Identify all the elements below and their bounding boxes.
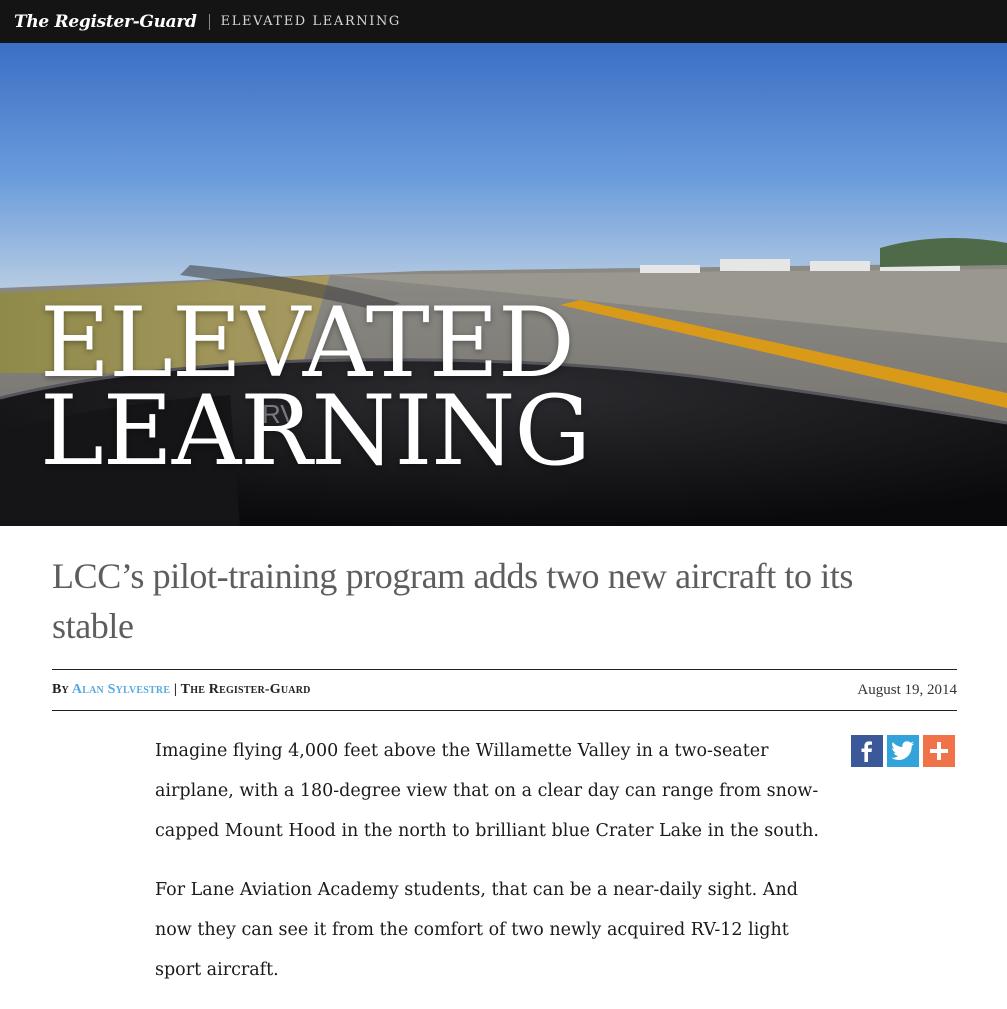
byline: By Alan Sylvestre | The Register-Guard: [52, 682, 311, 698]
twitter-icon: [891, 741, 914, 760]
header-divider: [208, 13, 210, 30]
section-label[interactable]: ELEVATED LEARNING: [221, 14, 401, 29]
byline-prefix: By: [52, 682, 69, 697]
facebook-share-button[interactable]: [851, 735, 883, 767]
register-guard-logo[interactable]: The Register-Guard: [14, 12, 197, 32]
publish-date: August 19, 2014: [857, 681, 957, 698]
publication-name: The Register-Guard: [180, 682, 311, 697]
hero-image: RV ELEVATED LEARNING: [0, 43, 1007, 526]
hero-title-line-2: LEARNING: [40, 375, 591, 487]
hero-title-line-1: ELEVATED: [40, 287, 575, 399]
byline-bar: By Alan Sylvestre | The Register-Guard A…: [52, 669, 957, 711]
share-buttons: [851, 735, 955, 767]
facebook-icon: [861, 741, 872, 762]
article-headline: LCC’s pilot-training program adds two ne…: [52, 556, 854, 646]
article-paragraph: For Lane Aviation Academy students, that…: [155, 880, 798, 980]
byline-separator: |: [173, 682, 178, 697]
article-body: Imagine flying 4,000 feet above the Will…: [155, 731, 825, 1009]
twitter-share-button[interactable]: [887, 735, 919, 767]
article-paragraph: Imagine flying 4,000 feet above the Will…: [155, 741, 819, 841]
more-share-button[interactable]: [923, 735, 955, 767]
author-link[interactable]: Alan Sylvestre: [72, 682, 170, 697]
site-header-bar: The Register-Guard ELEVATED LEARNING: [0, 0, 1007, 43]
hero-title: ELEVATED LEARNING: [40, 287, 591, 487]
plus-icon: [930, 742, 948, 760]
